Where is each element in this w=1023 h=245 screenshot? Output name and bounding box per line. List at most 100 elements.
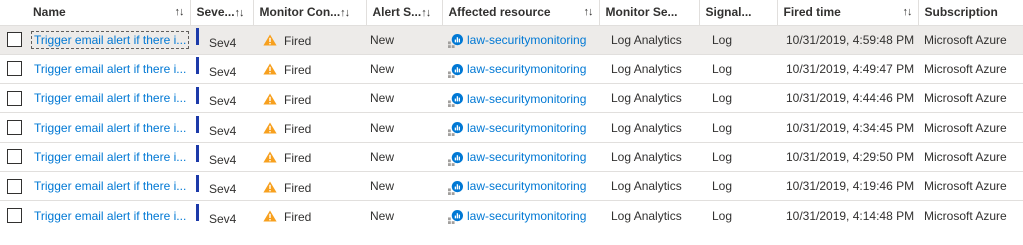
affected-resource-link[interactable]: law-securitymonitoring <box>467 179 586 193</box>
sort-icon[interactable]: ↑↓ <box>421 7 431 19</box>
name-cell: Trigger email alert if there i... <box>0 84 190 113</box>
severity-text: Sev4 <box>209 94 237 109</box>
column-header-signal-type[interactable]: Signal... <box>699 0 778 25</box>
severity-cell: Sev4 <box>190 54 253 83</box>
table-row[interactable]: Trigger email alert if there i... Sev4 F… <box>0 83 1023 113</box>
monitor-condition-text: Fired <box>284 92 312 107</box>
affected-resource-cell: law-securitymonitoring <box>442 201 599 230</box>
monitor-condition-text: Fired <box>284 34 312 49</box>
severity-cell: Sev4 <box>190 113 253 142</box>
name-cell: Trigger email alert if there i... <box>0 25 190 54</box>
severity-indicator <box>196 28 199 46</box>
row-checkbox[interactable] <box>7 61 22 77</box>
fired-time-text: 10/31/2019, 4:34:45 PM <box>786 120 915 135</box>
table-row[interactable]: Trigger email alert if there i... Sev4 F… <box>0 54 1023 83</box>
severity-text: Sev4 <box>209 182 237 197</box>
affected-resource-link[interactable]: law-securitymonitoring <box>467 33 586 47</box>
alert-name-link[interactable]: Trigger email alert if there i... <box>32 90 188 106</box>
severity-text: Sev4 <box>209 64 237 79</box>
warning-triangle-icon <box>263 34 277 46</box>
alert-name-link[interactable]: Trigger email alert if there i... <box>32 208 188 224</box>
alerts-grid: Name ↑↓ Seve...↑↓ Monitor Con...↑↓ Alert … <box>0 0 1023 230</box>
alert-state-text: New <box>370 120 395 135</box>
affected-resource-link[interactable]: law-securitymonitoring <box>467 150 586 164</box>
severity-text: Sev4 <box>209 123 237 138</box>
sort-icon[interactable]: ↑↓ <box>235 7 245 19</box>
affected-resource-link[interactable]: law-securitymonitoring <box>467 121 586 135</box>
sort-icon[interactable]: ↑↓ <box>903 6 913 18</box>
column-header-name[interactable]: Name ↑↓ <box>0 0 191 25</box>
subscription-text: Microsoft Azure <box>924 61 1007 76</box>
row-checkbox[interactable] <box>7 208 22 224</box>
sort-icon[interactable]: ↑↓ <box>584 6 594 18</box>
monitor-service-text: Log Analytics <box>611 32 682 47</box>
alert-name-link[interactable]: Trigger email alert if there i... <box>32 61 188 77</box>
monitor-service-text: Log Analytics <box>611 91 682 106</box>
column-header-fired-time-label: Fired time <box>783 5 841 20</box>
table-row[interactable]: Trigger email alert if there i... Sev4 F… <box>0 171 1023 200</box>
affected-resource-cell: law-securitymonitoring <box>442 54 599 83</box>
affected-resource-cell: law-securitymonitoring <box>442 171 599 200</box>
column-header-monitor-service[interactable]: Monitor Se... <box>599 0 700 25</box>
log-analytics-workspace-icon <box>448 122 463 137</box>
sort-icon[interactable]: ↑↓ <box>175 6 185 18</box>
table-row[interactable]: Trigger email alert if there i... Sev4 F… <box>0 112 1023 142</box>
affected-resource-cell: law-securitymonitoring <box>442 113 599 142</box>
monitor-condition-cell: Fired <box>253 201 366 230</box>
alert-name-link[interactable]: Trigger email alert if there i... <box>32 149 188 165</box>
signal-type-text: Log <box>712 149 733 164</box>
severity-cell: Sev4 <box>190 171 253 200</box>
row-checkbox[interactable] <box>7 32 22 48</box>
alert-state-text: New <box>370 32 395 47</box>
monitor-service-text: Log Analytics <box>611 179 682 194</box>
column-header-signal-type-label: Signal... <box>705 5 752 20</box>
warning-triangle-icon <box>263 181 277 193</box>
monitor-service-text: Log Analytics <box>611 61 682 76</box>
column-header-severity[interactable]: Seve...↑↓ <box>190 0 254 25</box>
monitor-condition-cell: Fired <box>253 25 366 54</box>
column-header-fired-time[interactable]: Fired time ↑↓ <box>777 0 919 25</box>
column-header-affected-resource-label: Affected resource <box>448 5 551 20</box>
row-checkbox[interactable] <box>7 90 22 106</box>
alert-state-text: New <box>370 208 395 223</box>
row-checkbox[interactable] <box>7 178 22 194</box>
affected-resource-link[interactable]: law-securitymonitoring <box>467 209 586 223</box>
alert-name-link[interactable]: Trigger email alert if there i... <box>32 120 188 136</box>
grid-header-row: Name ↑↓ Seve...↑↓ Monitor Con...↑↓ Alert … <box>0 0 1023 25</box>
column-header-alert-state[interactable]: Alert S...↑↓ <box>366 0 443 25</box>
monitor-condition-cell: Fired <box>253 142 366 171</box>
alert-name-link[interactable]: Trigger email alert if there i... <box>32 178 188 194</box>
affected-resource-link[interactable]: law-securitymonitoring <box>467 91 586 105</box>
log-analytics-workspace-icon <box>448 63 463 78</box>
severity-cell: Sev4 <box>190 25 253 54</box>
table-row[interactable]: Trigger email alert if there i... Sev4 F… <box>0 200 1023 230</box>
table-row[interactable]: Trigger email alert if there i... Sev4 F… <box>0 142 1023 171</box>
severity-text: Sev4 <box>209 35 237 50</box>
sort-icon[interactable]: ↑↓ <box>340 7 350 19</box>
monitor-condition-text: Fired <box>284 180 312 195</box>
severity-indicator <box>196 145 199 163</box>
fired-time-text: 10/31/2019, 4:14:48 PM <box>786 208 915 223</box>
alert-state-text: New <box>370 61 395 76</box>
table-row[interactable]: Trigger email alert if there i... Sev4 F… <box>0 25 1023 55</box>
row-checkbox[interactable] <box>7 120 22 136</box>
column-header-affected-resource[interactable]: Affected resource ↑↓ <box>442 0 600 25</box>
alert-state-text: New <box>370 91 395 106</box>
signal-type-text: Log <box>712 61 733 76</box>
row-checkbox[interactable] <box>7 149 22 165</box>
affected-resource-link[interactable]: law-securitymonitoring <box>467 62 586 76</box>
column-header-monitor-condition[interactable]: Monitor Con...↑↓ <box>253 0 367 25</box>
name-cell: Trigger email alert if there i... <box>0 54 190 83</box>
alert-state-text: New <box>370 179 395 194</box>
fired-time-text: 10/31/2019, 4:59:48 PM <box>786 32 915 47</box>
column-header-subscription[interactable]: Subscription <box>918 0 1023 25</box>
alert-state-text: New <box>370 149 395 164</box>
severity-cell: Sev4 <box>190 142 253 171</box>
severity-cell: Sev4 <box>190 84 253 113</box>
log-analytics-workspace-icon <box>448 92 463 107</box>
monitor-condition-cell: Fired <box>253 113 366 142</box>
subscription-text: Microsoft Azure <box>924 149 1007 164</box>
monitor-condition-cell: Fired <box>253 171 366 200</box>
alert-name-link[interactable]: Trigger email alert if there i... <box>30 30 190 49</box>
affected-resource-cell: law-securitymonitoring <box>442 84 599 113</box>
